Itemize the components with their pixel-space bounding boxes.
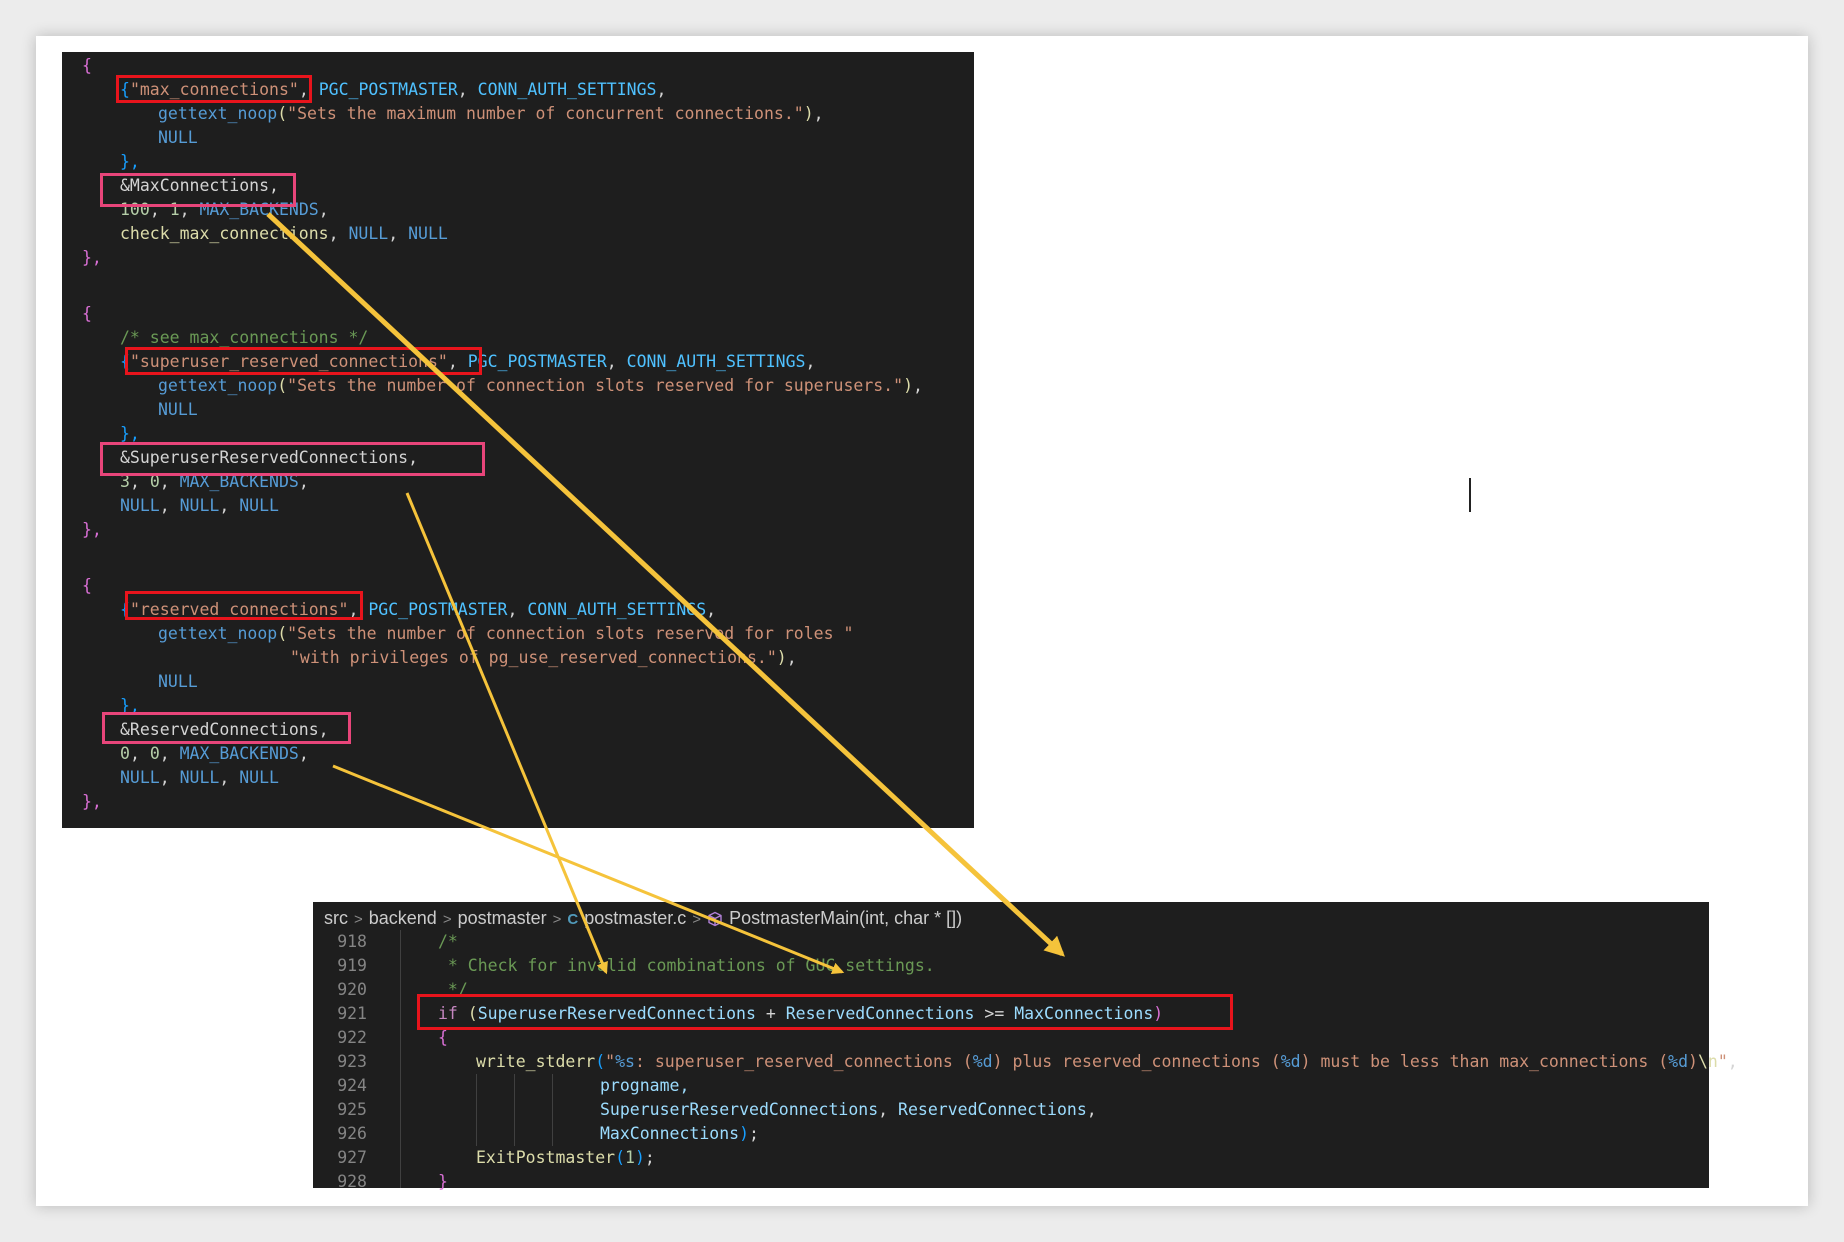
arrow-max-connections — [266, 212, 1065, 957]
text-cursor — [1469, 478, 1471, 512]
arrow-superuser-reserved-connections — [405, 492, 608, 975]
arrow-reserved-connections — [332, 764, 845, 974]
annotation-arrows — [266, 212, 1065, 975]
